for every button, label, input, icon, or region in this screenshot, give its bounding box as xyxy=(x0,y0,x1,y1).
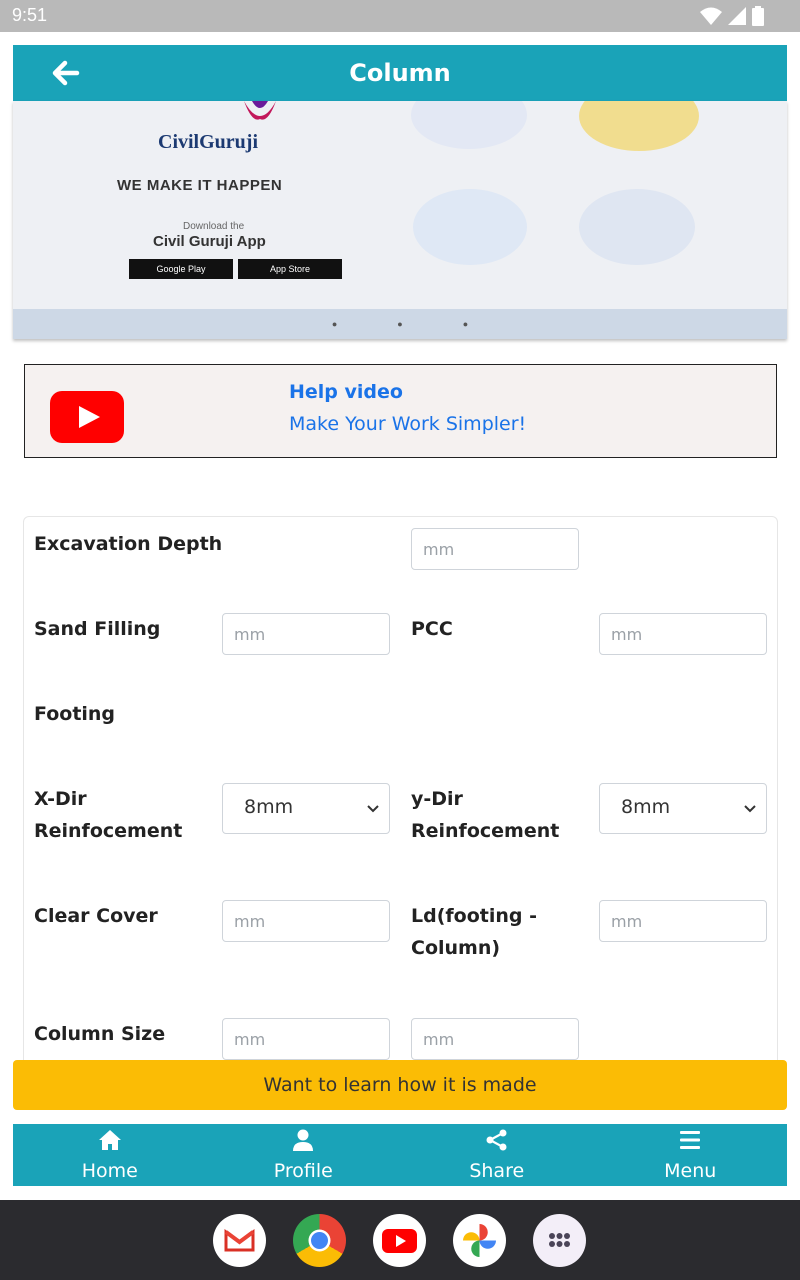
menu-icon xyxy=(680,1131,701,1149)
help-video-subtitle[interactable]: Make Your Work Simpler! xyxy=(289,413,526,435)
ld-input[interactable] xyxy=(599,900,767,942)
x-dir-reinforcement-select[interactable]: 8mm xyxy=(222,783,390,834)
pcc-input[interactable] xyxy=(599,613,767,655)
nav-share-label: Share xyxy=(469,1160,525,1182)
ld-label-line2: Column) xyxy=(411,937,501,959)
feature-illustration xyxy=(413,189,527,265)
column-size-label: Column Size xyxy=(34,1023,166,1045)
input-form-card: Excavation Depth Sand Filling PCC Footin… xyxy=(23,516,778,1076)
feature-illustration xyxy=(579,189,695,265)
user-icon xyxy=(293,1129,314,1151)
youtube-icon[interactable] xyxy=(373,1214,426,1267)
system-dock xyxy=(0,1200,800,1280)
chrome-icon[interactable] xyxy=(293,1214,346,1267)
google-play-badge: Google Play xyxy=(129,259,233,279)
status-time: 9:51 xyxy=(12,5,48,25)
help-video-card[interactable]: Help video Make Your Work Simpler! xyxy=(24,364,777,458)
status-bar: 9:51 xyxy=(0,0,800,32)
pcc-label: PCC xyxy=(411,618,453,640)
ld-label-line1: Ld(footing - xyxy=(411,905,537,927)
excavation-depth-label: Excavation Depth xyxy=(34,533,223,555)
column-size-input-b[interactable] xyxy=(411,1018,579,1060)
column-size-input-a[interactable] xyxy=(222,1018,390,1060)
x-dir-label-line2: Reinfocement xyxy=(34,820,183,842)
clear-cover-label: Clear Cover xyxy=(34,905,158,927)
nav-home-label: Home xyxy=(81,1160,138,1182)
feature-illustration xyxy=(411,101,527,149)
battery-icon xyxy=(752,6,764,26)
home-icon xyxy=(98,1130,121,1150)
app-store-badge: App Store xyxy=(238,259,342,279)
banner-brand: CivilGuruji xyxy=(158,131,259,153)
banner-contact-strip: ● ● ● xyxy=(13,309,787,339)
app-drawer-glyph xyxy=(549,1233,570,1247)
photos-icon[interactable] xyxy=(453,1214,506,1267)
civilguruji-logo-icon xyxy=(244,101,276,120)
share-icon xyxy=(486,1129,507,1151)
photos-glyph xyxy=(463,1224,496,1257)
y-dir-label: y-Dir Reinfocement xyxy=(411,783,559,847)
clear-cover-input[interactable] xyxy=(222,900,390,942)
banner-app-name: Civil Guruji App xyxy=(153,233,266,250)
gmail-icon[interactable] xyxy=(213,1214,266,1267)
footing-label: Footing xyxy=(34,703,116,725)
banner-phone-icon: ● xyxy=(397,319,403,329)
y-dir-selected-value: 8mm xyxy=(621,796,671,818)
ld-label: Ld(footing - Column) xyxy=(411,900,537,964)
nav-home[interactable]: Home xyxy=(13,1124,207,1186)
banner-web-icon: ● xyxy=(331,319,338,329)
x-dir-label-line1: X-Dir xyxy=(34,788,87,810)
chrome-glyph xyxy=(308,1229,331,1252)
nav-profile-label: Profile xyxy=(273,1160,333,1182)
chevron-down-icon xyxy=(367,805,379,813)
y-dir-reinforcement-select[interactable]: 8mm xyxy=(599,783,767,834)
youtube-glyph xyxy=(382,1229,417,1253)
y-dir-label-line2: Reinfocement xyxy=(411,820,560,842)
x-dir-label: X-Dir Reinfocement xyxy=(34,783,182,847)
y-dir-label-line1: y-Dir xyxy=(411,788,463,810)
nav-menu-label: Menu xyxy=(664,1160,717,1182)
feature-illustration xyxy=(579,101,699,151)
youtube-icon[interactable] xyxy=(50,391,124,443)
excavation-depth-input[interactable] xyxy=(411,528,579,570)
app-drawer-icon[interactable] xyxy=(533,1214,586,1267)
banner-download-text: Download the xyxy=(183,221,245,232)
bottom-nav: Home Profile Share Menu xyxy=(13,1124,787,1186)
sand-filling-input[interactable] xyxy=(222,613,390,655)
sand-filling-label: Sand Filling xyxy=(34,618,161,640)
help-video-title[interactable]: Help video xyxy=(289,381,403,403)
wifi-icon xyxy=(700,7,722,25)
x-dir-selected-value: 8mm xyxy=(244,796,294,818)
nav-menu[interactable]: Menu xyxy=(594,1124,788,1186)
learn-how-button[interactable]: Want to learn how it is made xyxy=(13,1060,787,1110)
chevron-down-icon xyxy=(744,805,756,813)
promo-banner[interactable]: CivilGuruji WE MAKE IT HAPPEN Download t… xyxy=(13,101,787,339)
nav-profile[interactable]: Profile xyxy=(207,1124,401,1186)
gmail-glyph xyxy=(224,1229,255,1252)
banner-youtube-icon: ● xyxy=(462,319,469,329)
signal-icon xyxy=(728,7,746,25)
page-title: Column xyxy=(349,59,451,87)
status-icons xyxy=(700,6,764,26)
banner-tagline: WE MAKE IT HAPPEN xyxy=(117,177,283,194)
app-header: Column xyxy=(13,45,787,101)
nav-share[interactable]: Share xyxy=(400,1124,594,1186)
